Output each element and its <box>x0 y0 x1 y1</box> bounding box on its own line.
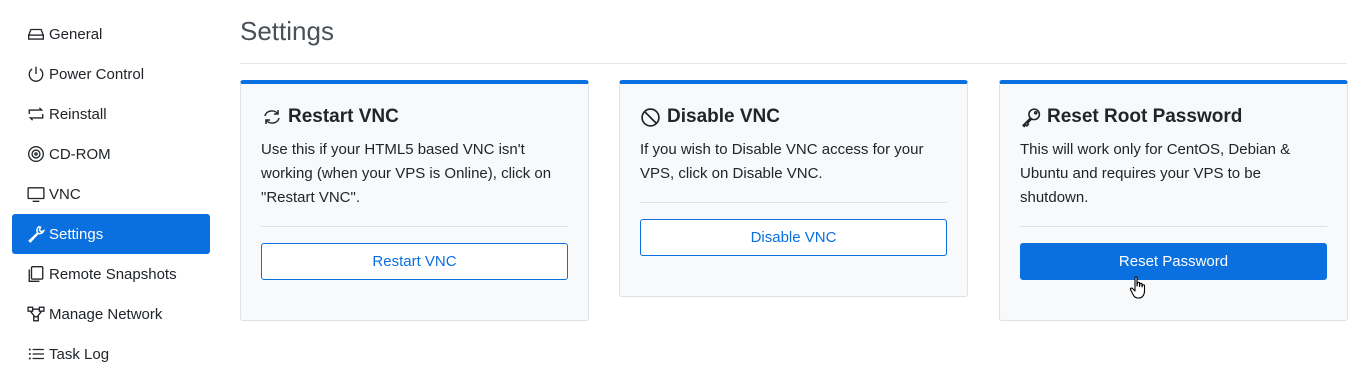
sidebar-item-label: Task Log <box>49 345 110 363</box>
reset-password-button[interactable]: Reset Password <box>1020 243 1327 280</box>
card-title: Reset Root Password <box>1020 106 1327 128</box>
repeat-icon <box>27 105 47 123</box>
sidebar-item-settings[interactable]: Settings <box>12 214 210 254</box>
sidebar-item-general[interactable]: General <box>12 14 210 54</box>
card-divider <box>640 202 947 203</box>
sidebar-item-label: VNC <box>49 185 81 203</box>
card-title: Disable VNC <box>640 106 947 128</box>
disable-vnc-button[interactable]: Disable VNC <box>640 219 947 256</box>
sidebar-item-label: Remote Snapshots <box>49 265 177 283</box>
card-title-text: Reset Root Password <box>1047 106 1243 127</box>
sidebar: General Power Control Reinstall CD-ROM V… <box>12 14 210 374</box>
sidebar-item-reinstall[interactable]: Reinstall <box>12 94 210 134</box>
hand-pointer-cursor-icon <box>1129 276 1146 299</box>
card-title-text: Restart VNC <box>288 106 399 127</box>
monitor-icon <box>27 185 47 203</box>
sidebar-item-manage-network[interactable]: Manage Network <box>12 294 210 334</box>
copy-icon <box>27 265 47 283</box>
card-divider <box>261 226 568 227</box>
restart-vnc-button[interactable]: Restart VNC <box>261 243 568 280</box>
list-icon <box>27 345 47 363</box>
title-divider <box>240 63 1347 64</box>
sidebar-item-label: Power Control <box>49 65 145 83</box>
disable-vnc-card: Disable VNC If you wish to Disable VNC a… <box>619 80 968 297</box>
card-title-text: Disable VNC <box>667 106 780 127</box>
ban-icon <box>640 106 664 128</box>
sidebar-item-label: CD-ROM <box>49 145 111 163</box>
card-title: Restart VNC <box>261 106 568 128</box>
sidebar-item-label: Reinstall <box>49 105 107 123</box>
sidebar-item-label: Manage Network <box>49 305 163 323</box>
hdd-icon <box>27 25 47 43</box>
card-divider <box>1020 226 1327 227</box>
wrench-icon <box>27 225 47 243</box>
refresh-icon <box>261 106 285 128</box>
sidebar-item-label: General <box>49 25 103 43</box>
key-icon <box>1020 106 1044 128</box>
sidebar-item-remote-snapshots[interactable]: Remote Snapshots <box>12 254 210 294</box>
sidebar-item-power-control[interactable]: Power Control <box>12 54 210 94</box>
sidebar-item-cd-rom[interactable]: CD-ROM <box>12 134 210 174</box>
sidebar-item-vnc[interactable]: VNC <box>12 174 210 214</box>
sidebar-item-task-log[interactable]: Task Log <box>12 334 210 374</box>
card-description: Use this if your HTML5 based VNC isn't w… <box>261 141 552 206</box>
reset-root-password-card: Reset Root Password This will work only … <box>999 80 1348 321</box>
network-icon <box>27 305 47 323</box>
page-title: Settings <box>240 16 334 46</box>
power-icon <box>27 65 47 83</box>
card-description: If you wish to Disable VNC access for yo… <box>640 141 924 182</box>
disc-icon <box>27 145 47 163</box>
sidebar-item-label: Settings <box>49 225 104 243</box>
card-description: This will work only for CentOS, Debian &… <box>1020 141 1291 206</box>
restart-vnc-card: Restart VNC Use this if your HTML5 based… <box>240 80 589 321</box>
